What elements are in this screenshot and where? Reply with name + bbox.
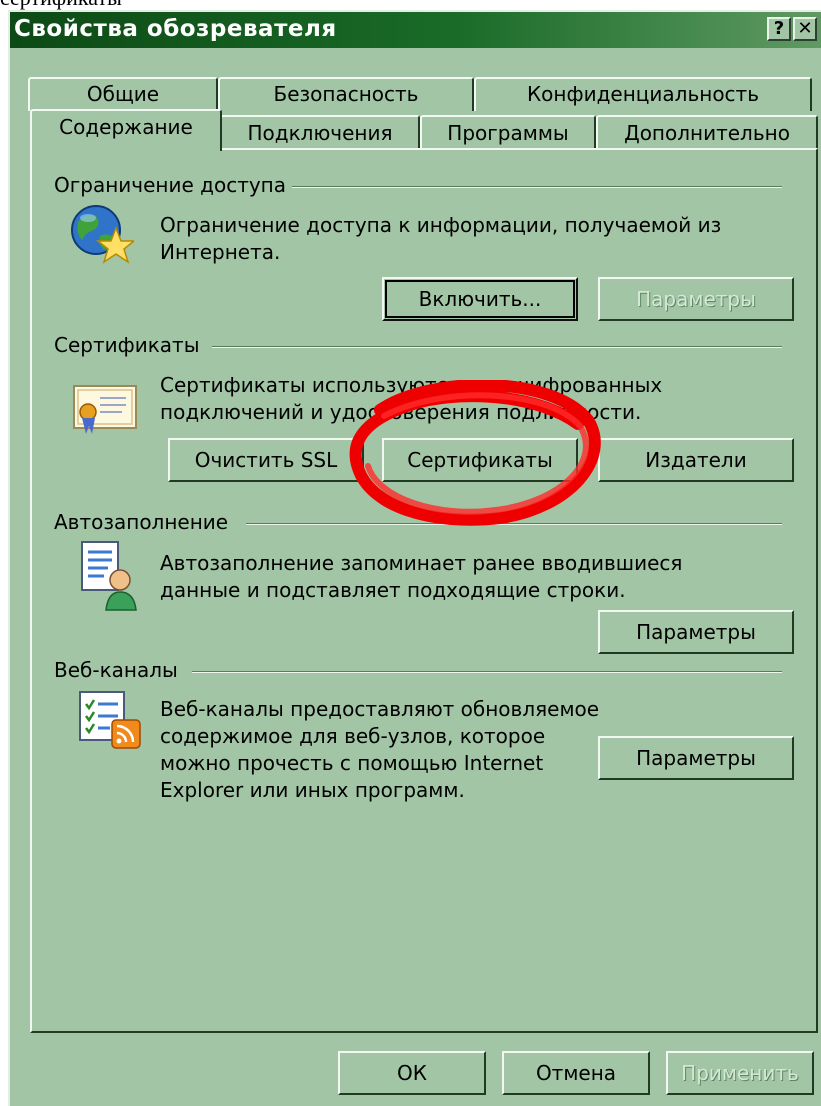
group-divider <box>192 671 782 673</box>
help-button[interactable]: ? <box>767 17 791 41</box>
feeds-description: Веб-каналы предоставляют обновляемое сод… <box>160 697 600 802</box>
globe-star-icon <box>68 202 137 268</box>
group-divider <box>246 523 782 525</box>
certificate-icon <box>72 382 138 440</box>
ok-button[interactable]: ОК <box>338 1051 486 1095</box>
publishers-button[interactable]: Издатели <box>598 438 794 482</box>
user-document-icon <box>80 540 142 616</box>
internet-options-window: Свойства обозревателя ? ✕ Общие Безопасн… <box>8 10 821 1106</box>
autocomplete-group-label: Автозаполнение <box>54 510 235 534</box>
tab-advanced[interactable]: Дополнительно <box>596 115 818 149</box>
enable-button[interactable]: Включить... <box>382 277 578 321</box>
autocomplete-description: Автозаполнение запоминает ранее вводивши… <box>160 551 683 602</box>
tab-privacy[interactable]: Конфиденциальность <box>474 77 812 111</box>
certificates-description: Сертификаты используются для шифрованных… <box>160 373 663 424</box>
close-button[interactable]: ✕ <box>793 17 817 41</box>
access-settings-button[interactable]: Параметры <box>598 277 794 321</box>
tab-connections[interactable]: Подключения <box>220 115 420 149</box>
tab-programs[interactable]: Программы <box>420 115 596 149</box>
tab-security[interactable]: Безопасность <box>218 77 474 111</box>
certificates-button[interactable]: Сертификаты <box>382 438 578 482</box>
feeds-settings-button[interactable]: Параметры <box>598 736 794 780</box>
certificates-group-label: Сертификаты <box>54 333 206 357</box>
tab-content[interactable]: Содержание <box>30 109 222 151</box>
access-description: Ограничение доступа к информации, получа… <box>160 213 722 264</box>
autocomplete-settings-button[interactable]: Параметры <box>598 610 794 654</box>
title-bar[interactable]: Свойства обозревателя ? ✕ <box>10 12 821 48</box>
access-group-label: Ограничение доступа <box>54 173 293 197</box>
clear-ssl-button[interactable]: Очистить SSL <box>168 438 364 482</box>
tab-general[interactable]: Общие <box>28 77 218 111</box>
window-title: Свойства обозревателя <box>14 16 337 42</box>
group-divider <box>212 346 782 348</box>
feeds-group-label: Веб-каналы <box>54 658 184 682</box>
content-tab-panel: Ограничение доступа Ограничение доступа … <box>30 148 818 1033</box>
page-caption: сертификаты <box>0 0 821 10</box>
group-divider <box>270 186 782 188</box>
apply-button[interactable]: Применить <box>666 1051 814 1095</box>
cancel-button[interactable]: Отмена <box>502 1051 650 1095</box>
rss-feed-icon <box>78 690 142 754</box>
